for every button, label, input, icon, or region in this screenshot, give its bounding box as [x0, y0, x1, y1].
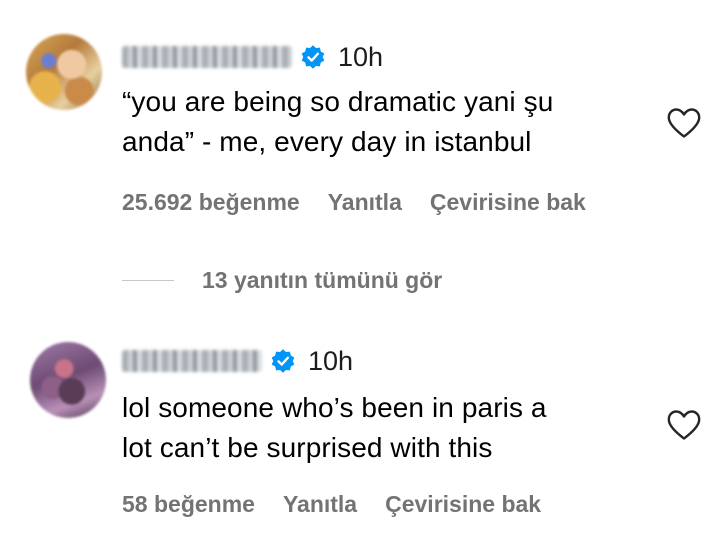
comment-text: “you are being so dramatic yani şu anda”… — [122, 82, 662, 162]
comment-time: 10h — [308, 346, 354, 376]
likes-count[interactable]: 25.692 beğenme — [122, 189, 300, 216]
comment-text-line: “you are being so dramatic yani şu — [122, 86, 554, 117]
username-blurred[interactable] — [122, 46, 292, 68]
comment-header: 10h — [122, 344, 353, 378]
comment-text-line: lot can’t be surprised with this — [122, 432, 493, 463]
avatar[interactable] — [26, 34, 102, 110]
see-translation-button[interactable]: Çevirisine bak — [385, 491, 541, 518]
view-replies-label: 13 yanıtın tümünü gör — [202, 266, 443, 293]
reply-button[interactable]: Yanıtla — [328, 189, 402, 216]
comment-header: 10h — [122, 40, 383, 74]
likes-count[interactable]: 58 beğenme — [122, 491, 255, 518]
heart-outline-icon[interactable] — [666, 408, 702, 442]
comment: 10h “you are being so dramatic yani şu a… — [0, 0, 728, 293]
verified-badge-icon — [271, 349, 295, 373]
see-translation-button[interactable]: Çevirisine bak — [430, 189, 586, 216]
username-blurred[interactable] — [122, 350, 262, 372]
verified-badge-icon — [301, 45, 325, 69]
comment: 10h lol someone who’s been in paris a lo… — [0, 328, 728, 554]
comment-actions: 25.692 beğenme Yanıtla Çevirisine bak — [122, 186, 614, 218]
comment-text: lol someone who’s been in paris a lot ca… — [122, 388, 662, 468]
comment-time: 10h — [338, 42, 384, 72]
comment-text-line: anda” - me, every day in istanbul — [122, 126, 532, 157]
reply-button[interactable]: Yanıtla — [283, 491, 357, 518]
replies-divider — [122, 279, 174, 281]
avatar[interactable] — [30, 342, 106, 418]
comment-text-line: lol someone who’s been in paris a — [122, 392, 547, 423]
comment-actions: 58 beğenme Yanıtla Çevirisine bak — [122, 488, 569, 520]
view-replies-button[interactable]: 13 yanıtın tümünü gör — [122, 264, 442, 296]
heart-outline-icon[interactable] — [666, 106, 702, 140]
